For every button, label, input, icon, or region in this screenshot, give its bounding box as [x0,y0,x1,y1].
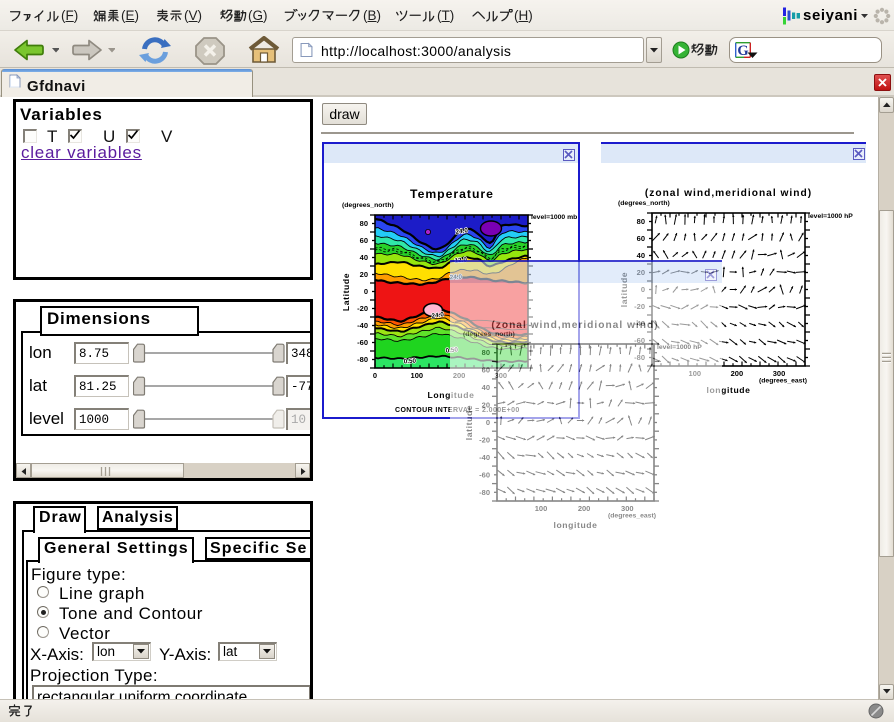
svg-text:20: 20 [360,270,368,279]
svg-text:(degrees_north): (degrees_north) [463,331,515,338]
svg-text:0: 0 [486,418,490,427]
svg-text:100: 100 [535,504,548,513]
svg-text:-80: -80 [357,355,368,364]
svg-text:80: 80 [637,217,645,226]
svg-text:40: 40 [360,253,368,262]
svg-text:-40: -40 [479,453,490,462]
svg-text:Latitude: Latitude [341,273,351,311]
svg-text:(zonal wind,meridional wind): (zonal wind,meridional wind) [645,188,812,199]
svg-text:200: 200 [731,369,744,378]
svg-text:(degrees_east): (degrees_east) [759,378,807,385]
svg-text:-60: -60 [479,470,490,479]
svg-text:40: 40 [637,251,645,260]
svg-text:(degrees_north): (degrees_north) [618,200,670,207]
svg-text:80: 80 [482,348,490,357]
svg-text:60: 60 [637,234,645,243]
svg-text:60: 60 [482,366,490,375]
svg-text:0.50: 0.50 [404,358,417,366]
svg-text:(degrees_east): (degrees_east) [608,513,656,520]
svg-text:level=1000 hP: level=1000 hP [657,344,702,351]
svg-text:-40: -40 [357,321,368,330]
svg-text:-20: -20 [357,304,368,313]
svg-text:0: 0 [364,287,368,296]
svg-text:20: 20 [482,401,490,410]
svg-text:-80: -80 [479,488,490,497]
svg-text:40: 40 [482,383,490,392]
svg-text:level=1000 mb: level=1000 mb [531,214,577,221]
svg-text:60: 60 [360,236,368,245]
svg-text:longitude: longitude [553,520,597,530]
svg-text:level=1000 hP: level=1000 hP [808,213,853,220]
svg-text:0: 0 [373,371,377,380]
svg-text:Temperature: Temperature [410,187,494,201]
svg-text:200: 200 [578,504,591,513]
svg-text:-60: -60 [357,338,368,347]
svg-text:100: 100 [411,371,424,380]
svg-text:-20: -20 [479,435,490,444]
svg-text:latitude: latitude [464,405,474,440]
svg-text:(degrees_north): (degrees_north) [342,202,394,209]
svg-text:80: 80 [360,219,368,228]
svg-text:(zonal wind,meridional wind): (zonal wind,meridional wind) [491,320,658,331]
